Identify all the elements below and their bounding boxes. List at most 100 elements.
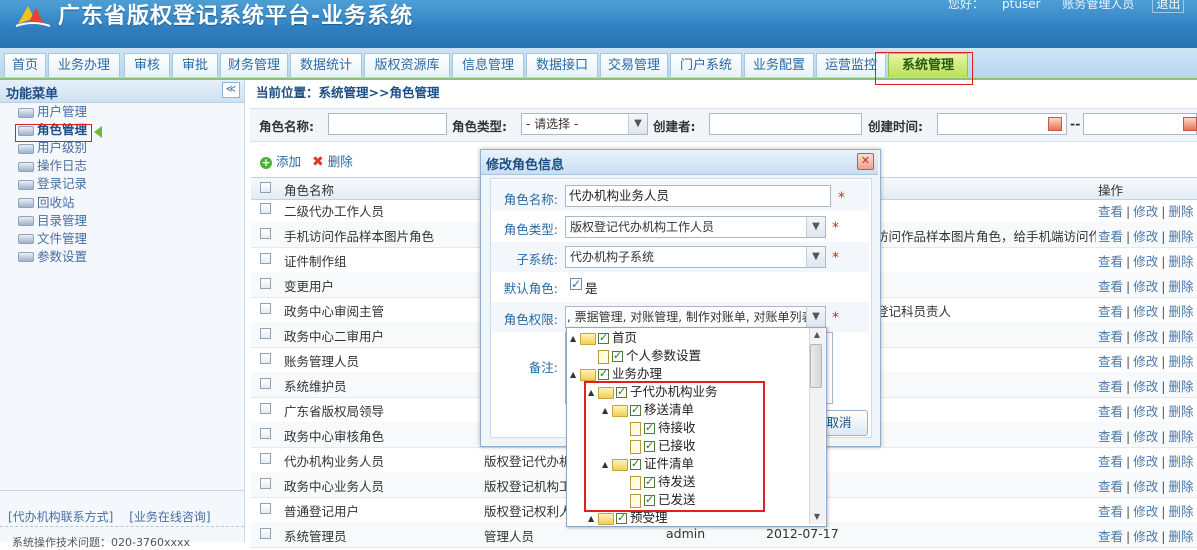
row-checkbox[interactable] xyxy=(260,428,271,439)
row-checkbox[interactable] xyxy=(260,203,271,214)
delete-button[interactable]: ✖ 删除 xyxy=(312,151,353,170)
agency-contact-link[interactable]: [代办机构联系方式] xyxy=(8,510,113,524)
sidebar-item-3[interactable]: 操作日志 xyxy=(18,157,87,175)
close-icon[interactable]: ✕ xyxy=(857,153,874,170)
view-link[interactable]: 查看 xyxy=(1098,329,1123,344)
scroll-up-icon[interactable]: ▲ xyxy=(811,329,823,341)
delete-link[interactable]: 删除 xyxy=(1168,404,1193,419)
row-checkbox[interactable] xyxy=(260,353,271,364)
tab-3[interactable]: 审批 xyxy=(172,53,218,77)
sidebar-item-5[interactable]: 回收站 xyxy=(18,194,75,212)
tab-9[interactable]: 交易管理 xyxy=(600,53,668,77)
row-checkbox[interactable] xyxy=(260,503,271,514)
delete-link[interactable]: 删除 xyxy=(1168,254,1193,269)
tab-6[interactable]: 版权资源库 xyxy=(364,53,450,77)
tab-2[interactable]: 审核 xyxy=(124,53,170,77)
view-link[interactable]: 查看 xyxy=(1098,404,1123,419)
sidebar-collapse-button[interactable]: ≪ xyxy=(222,82,240,98)
creator-input[interactable] xyxy=(709,113,862,135)
tab-11[interactable]: 业务配置 xyxy=(744,53,814,77)
edit-link[interactable]: 修改 xyxy=(1133,504,1158,519)
role-name-input[interactable] xyxy=(328,113,447,135)
row-checkbox[interactable] xyxy=(260,528,271,539)
tab-0[interactable]: 首页 xyxy=(4,53,46,77)
add-button[interactable]: + 添加 xyxy=(260,151,301,170)
delete-link[interactable]: 删除 xyxy=(1168,279,1193,294)
tab-4[interactable]: 财务管理 xyxy=(220,53,288,77)
view-link[interactable]: 查看 xyxy=(1098,229,1123,244)
edit-link[interactable]: 修改 xyxy=(1133,329,1158,344)
delete-link[interactable]: 删除 xyxy=(1168,454,1193,469)
online-consult-link[interactable]: [业务在线咨询] xyxy=(129,510,210,524)
row-checkbox[interactable] xyxy=(260,328,271,339)
sidebar-item-0[interactable]: 用户管理 xyxy=(18,103,87,121)
view-link[interactable]: 查看 xyxy=(1098,254,1123,269)
delete-link[interactable]: 删除 xyxy=(1168,479,1193,494)
dialog-subsystem-select[interactable]: 代办机构子系统 ▼ xyxy=(565,246,826,268)
row-checkbox[interactable] xyxy=(260,453,271,464)
row-checkbox[interactable] xyxy=(260,278,271,289)
sidebar-item-8[interactable]: 参数设置 xyxy=(18,248,87,266)
tree-toggle-icon[interactable]: ▲ xyxy=(570,366,580,384)
tree-toggle-icon[interactable]: ▲ xyxy=(570,330,580,348)
tree-checkbox[interactable] xyxy=(598,329,609,347)
delete-link[interactable]: 删除 xyxy=(1168,504,1193,519)
sidebar-item-7[interactable]: 文件管理 xyxy=(18,230,87,248)
delete-link[interactable]: 删除 xyxy=(1168,354,1193,369)
tree-scrollbar-thumb[interactable] xyxy=(810,344,822,388)
edit-link[interactable]: 修改 xyxy=(1133,429,1158,444)
tree-checkbox[interactable] xyxy=(598,365,609,383)
tree-checkbox[interactable] xyxy=(616,509,627,527)
calendar-icon[interactable] xyxy=(1048,117,1062,131)
created-time-end-input[interactable] xyxy=(1083,113,1197,135)
sidebar-item-6[interactable]: 目录管理 xyxy=(18,212,87,230)
tree-checkbox[interactable] xyxy=(612,347,623,365)
view-link[interactable]: 查看 xyxy=(1098,304,1123,319)
row-checkbox[interactable] xyxy=(260,228,271,239)
logout-link[interactable]: 退出 xyxy=(1152,0,1185,13)
view-link[interactable]: 查看 xyxy=(1098,354,1123,369)
view-link[interactable]: 查看 xyxy=(1098,379,1123,394)
edit-link[interactable]: 修改 xyxy=(1133,379,1158,394)
delete-link[interactable]: 删除 xyxy=(1168,429,1193,444)
role-type-select[interactable]: - 请选择 - ▼ xyxy=(521,113,648,135)
dialog-type-select[interactable]: 版权登记代办机构工作人员 ▼ xyxy=(565,216,826,238)
tree-node[interactable]: 个人参数设置 xyxy=(588,347,701,365)
scroll-down-icon[interactable]: ▼ xyxy=(811,511,823,523)
view-link[interactable]: 查看 xyxy=(1098,279,1123,294)
edit-link[interactable]: 修改 xyxy=(1133,304,1158,319)
tab-5[interactable]: 数据统计 xyxy=(290,53,362,77)
delete-link[interactable]: 删除 xyxy=(1168,304,1193,319)
view-link[interactable]: 查看 xyxy=(1098,479,1123,494)
edit-link[interactable]: 修改 xyxy=(1133,279,1158,294)
tab-1[interactable]: 业务办理 xyxy=(48,53,120,77)
view-link[interactable]: 查看 xyxy=(1098,204,1123,219)
delete-link[interactable]: 删除 xyxy=(1168,204,1193,219)
edit-link[interactable]: 修改 xyxy=(1133,229,1158,244)
edit-link[interactable]: 修改 xyxy=(1133,404,1158,419)
row-checkbox[interactable] xyxy=(260,378,271,389)
tree-node[interactable]: ▲ 首页 xyxy=(570,329,637,347)
edit-link[interactable]: 修改 xyxy=(1133,254,1158,269)
delete-link[interactable]: 删除 xyxy=(1168,379,1193,394)
edit-link[interactable]: 修改 xyxy=(1133,479,1158,494)
row-checkbox[interactable] xyxy=(260,253,271,264)
edit-link[interactable]: 修改 xyxy=(1133,204,1158,219)
row-checkbox[interactable] xyxy=(260,403,271,414)
view-link[interactable]: 查看 xyxy=(1098,504,1123,519)
view-link[interactable]: 查看 xyxy=(1098,454,1123,469)
delete-link[interactable]: 删除 xyxy=(1168,329,1193,344)
select-all-checkbox[interactable] xyxy=(260,182,271,193)
calendar-icon[interactable] xyxy=(1183,117,1197,131)
dialog-name-input[interactable]: 代办机构业务人员 xyxy=(565,185,831,207)
tab-10[interactable]: 门户系统 xyxy=(670,53,742,77)
view-link[interactable]: 查看 xyxy=(1098,429,1123,444)
tab-7[interactable]: 信息管理 xyxy=(452,53,524,77)
dialog-perm-select[interactable]: , 票据管理, 对账管理, 制作对账单, 对账单列表 ▼ xyxy=(565,306,826,328)
row-checkbox[interactable] xyxy=(260,478,271,489)
tab-8[interactable]: 数据接口 xyxy=(526,53,598,77)
edit-link[interactable]: 修改 xyxy=(1133,354,1158,369)
delete-link[interactable]: 删除 xyxy=(1168,229,1193,244)
sidebar-item-4[interactable]: 登录记录 xyxy=(18,175,87,193)
edit-link[interactable]: 修改 xyxy=(1133,454,1158,469)
